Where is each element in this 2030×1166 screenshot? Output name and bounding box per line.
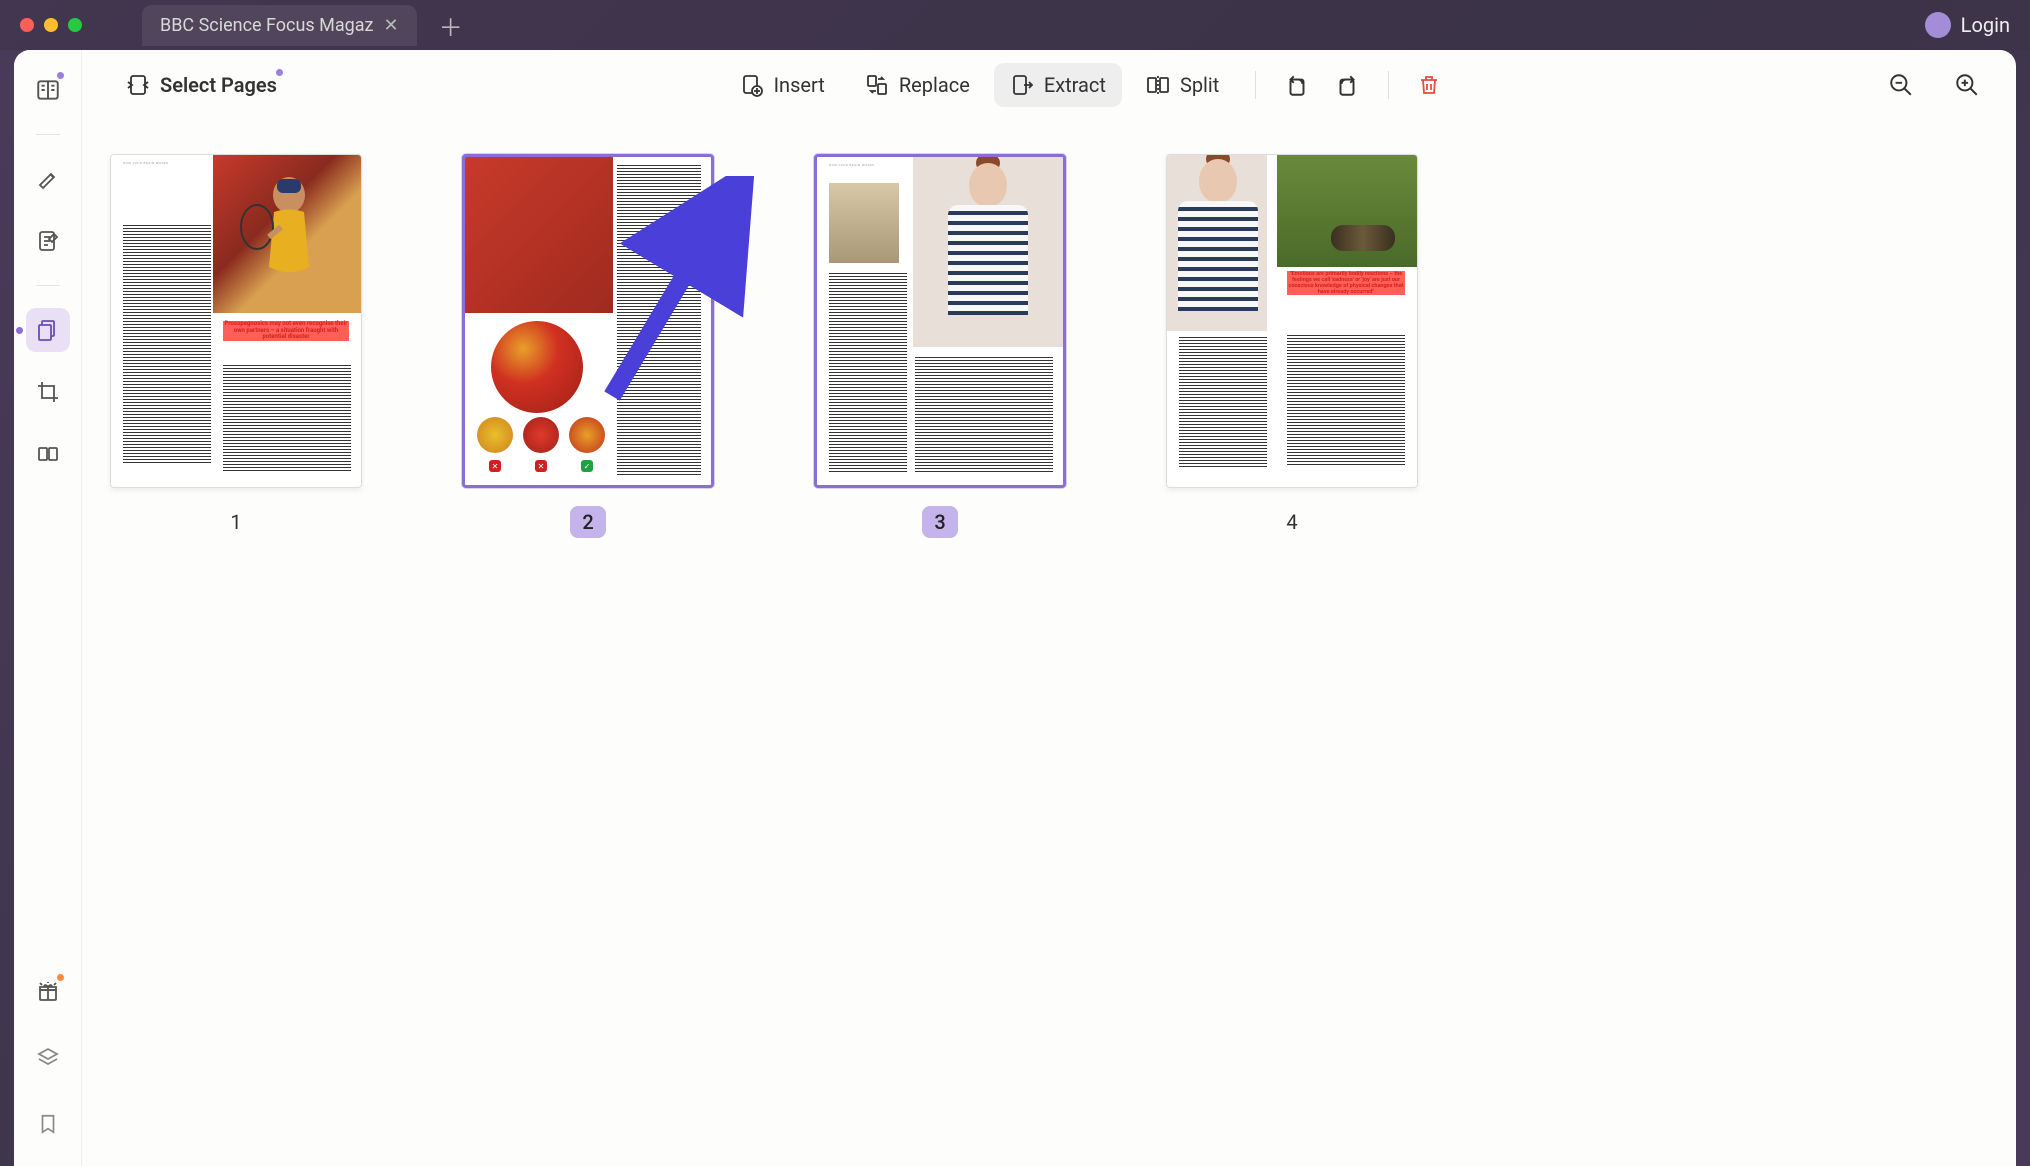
sidebar-pages-button[interactable] (26, 308, 70, 352)
page-thumbnail-3[interactable]: HOW YOUR BRAIN WORKS (814, 154, 1066, 488)
insert-label: Insert (774, 73, 825, 97)
page-number: 3 (922, 506, 957, 538)
content: Select Pages Insert Replace Extract (82, 50, 2016, 1166)
text-column (123, 225, 211, 465)
page-header-text: HOW YOUR BRAIN WORKS (829, 163, 875, 167)
app-window: Select Pages Insert Replace Extract (14, 50, 2016, 1166)
sidebar-compare-button[interactable] (26, 432, 70, 476)
toolbar: Select Pages Insert Replace Extract (82, 50, 2016, 120)
split-label: Split (1180, 73, 1219, 97)
page-thumbnail-4[interactable]: HOW YOUR BRAIN WORKS "Emotions are prima… (1166, 154, 1418, 488)
text-column (223, 365, 351, 473)
sidebar (14, 50, 82, 1166)
page-item: HOW YOUR BRAIN WORKS "Emotions are prima… (1166, 154, 1418, 538)
rotate-right-button[interactable] (1326, 64, 1368, 106)
new-tab-button[interactable]: ＋ (439, 8, 463, 43)
window-controls (20, 18, 82, 32)
page-grid: HOW YOUR BRAIN WORKS Prosopagnosics may … (82, 120, 2016, 1166)
rotate-left-button[interactable] (1276, 64, 1318, 106)
page-number: 4 (1274, 506, 1309, 538)
page-item: ✕ ✕ ✓ 2 (462, 154, 714, 538)
tab-strip: BBC Science Focus Magaz ✕ ＋ (142, 5, 463, 46)
document-tab[interactable]: BBC Science Focus Magaz ✕ (142, 5, 417, 46)
sidebar-highlight-button[interactable] (26, 157, 70, 201)
page-number: 1 (218, 506, 253, 538)
replace-label: Replace (899, 73, 970, 97)
active-indicator-icon (16, 327, 23, 334)
tab-title: BBC Science Focus Magaz (160, 15, 373, 36)
page-item: HOW YOUR BRAIN WORKS Prosopagnosics may … (110, 154, 362, 538)
indicator-dot-icon (57, 974, 64, 981)
fruit-row: ✕ ✕ ✓ (477, 417, 605, 472)
page-item: HOW YOUR BRAIN WORKS 3 (814, 154, 1066, 538)
avatar-icon (1925, 12, 1951, 38)
page-quote: "Emotions are primarily bodily reactions… (1287, 271, 1405, 295)
sidebar-gift-button[interactable] (26, 970, 70, 1014)
sidebar-layers-button[interactable] (26, 1036, 70, 1080)
snake-image-icon (1331, 225, 1395, 251)
close-window-button[interactable] (20, 18, 34, 32)
apple-image-icon (491, 321, 583, 413)
sidebar-edit-button[interactable] (26, 219, 70, 263)
close-tab-icon[interactable]: ✕ (383, 15, 398, 36)
extract-label: Extract (1044, 73, 1106, 97)
replace-button[interactable]: Replace (849, 63, 986, 107)
login-label: Login (1961, 13, 2010, 37)
extract-button[interactable]: Extract (994, 63, 1122, 107)
toolbar-separator (1388, 71, 1389, 99)
text-column (829, 273, 907, 473)
zoom-in-button[interactable] (1946, 64, 1988, 106)
sidebar-reader-button[interactable] (26, 68, 70, 112)
titlebar: BBC Science Focus Magaz ✕ ＋ Login (0, 0, 2030, 50)
thumbnail-photo (829, 183, 899, 263)
indicator-dot-icon (57, 72, 64, 79)
select-pages-button[interactable]: Select Pages (110, 63, 293, 107)
page-header-text: HOW YOUR BRAIN WORKS (123, 161, 169, 165)
woman-figure-icon (941, 163, 1035, 343)
login-area[interactable]: Login (1925, 12, 2010, 38)
delete-button[interactable] (1409, 65, 1449, 105)
sidebar-separator (36, 285, 60, 286)
sidebar-bookmark-button[interactable] (26, 1102, 70, 1146)
minimize-window-button[interactable] (44, 18, 58, 32)
page-thumbnail-2[interactable]: ✕ ✕ ✓ (462, 154, 714, 488)
sidebar-crop-button[interactable] (26, 370, 70, 414)
text-column (1287, 335, 1405, 465)
page-quote: Prosopagnosics may not even recognise th… (223, 321, 349, 341)
page-thumbnail-1[interactable]: HOW YOUR BRAIN WORKS Prosopagnosics may … (110, 154, 362, 488)
thumbnail-image (465, 157, 613, 313)
split-button[interactable]: Split (1130, 63, 1235, 107)
sidebar-separator (36, 134, 60, 135)
woman-figure-icon (1171, 159, 1265, 329)
select-pages-label: Select Pages (160, 73, 277, 97)
zoom-out-button[interactable] (1880, 64, 1922, 106)
text-column (617, 165, 701, 475)
text-column (915, 357, 1053, 473)
tennis-player-icon (239, 167, 339, 307)
page-number: 2 (570, 506, 605, 538)
toolbar-separator (1255, 71, 1256, 99)
text-column (1179, 337, 1267, 467)
insert-button[interactable]: Insert (724, 63, 841, 107)
indicator-dot-icon (276, 69, 283, 76)
fullscreen-window-button[interactable] (68, 18, 82, 32)
